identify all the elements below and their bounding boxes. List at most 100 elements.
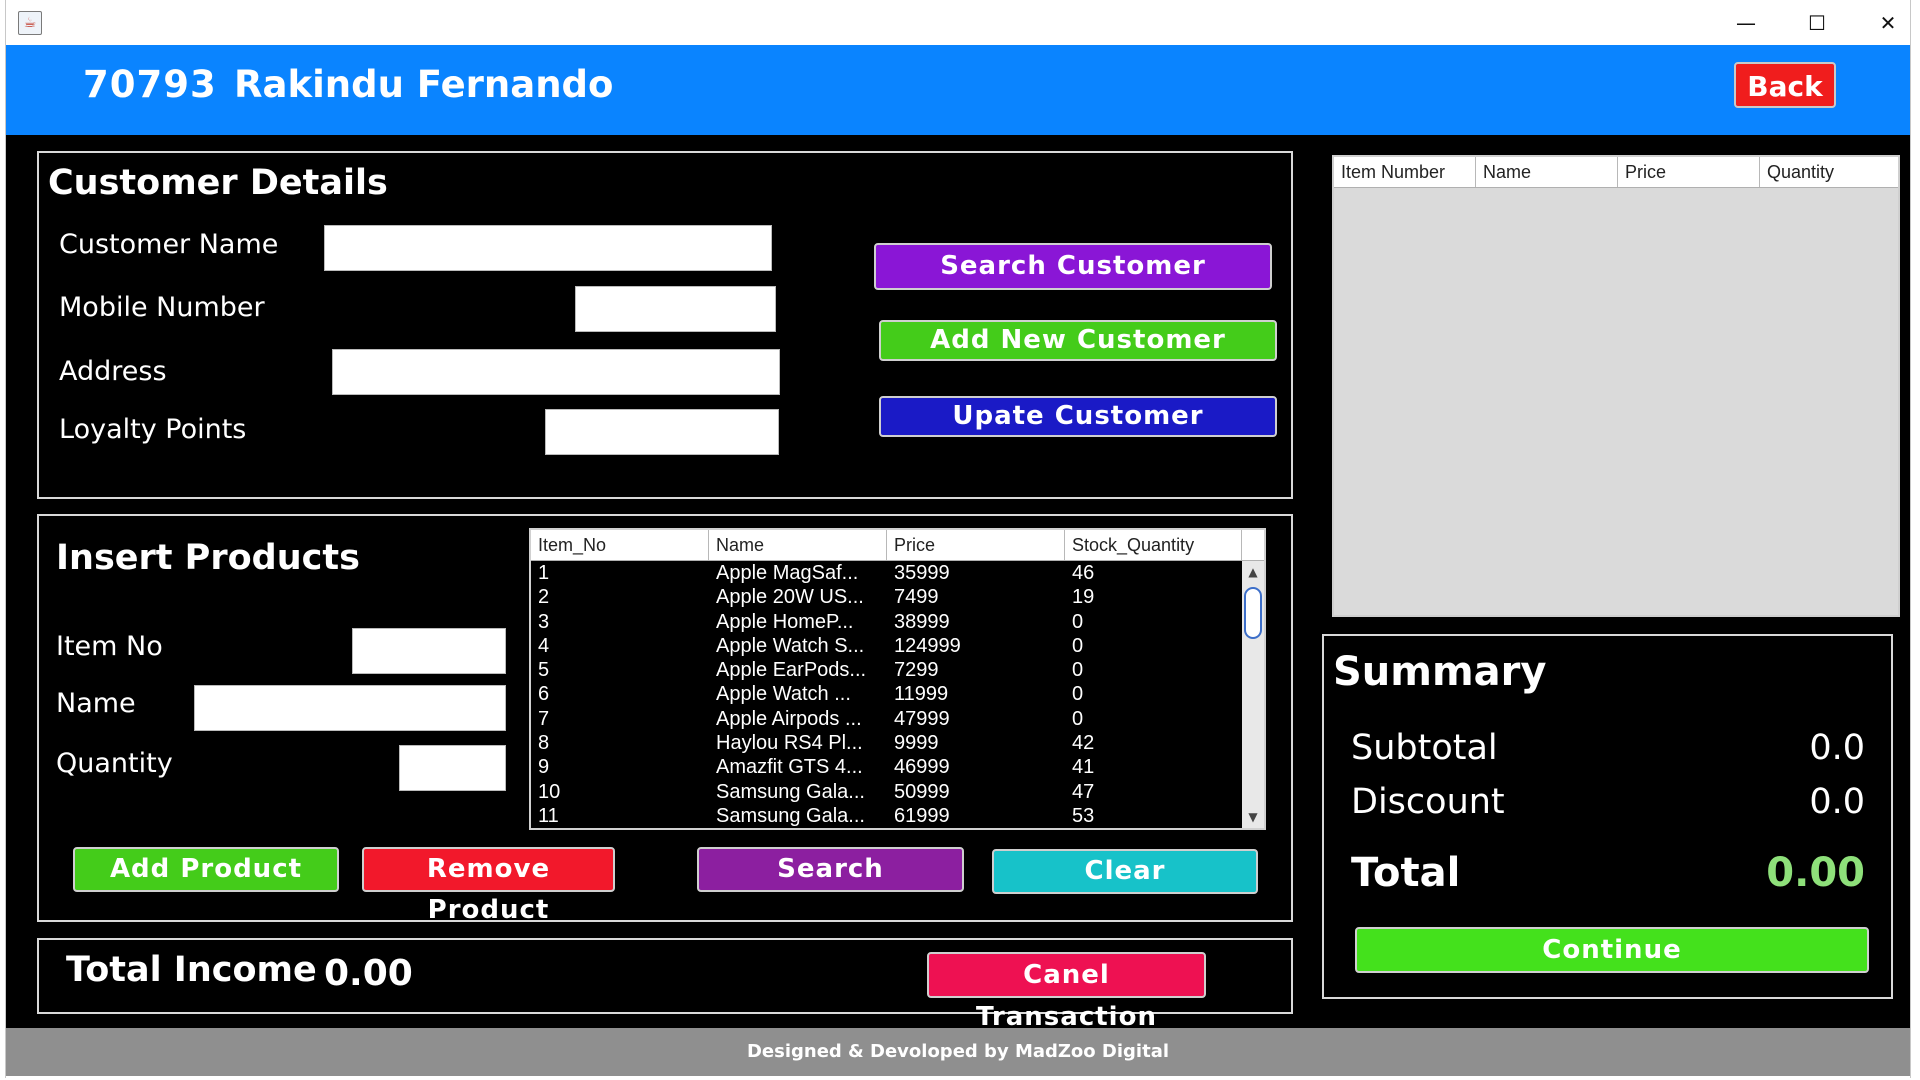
cell-price: 11999 [894, 683, 949, 706]
total-label: Total [1351, 850, 1461, 896]
cell-price: 35999 [894, 562, 950, 584]
minimize-button[interactable]: — [1711, 0, 1781, 45]
cell-item-no: 8 [538, 732, 550, 755]
cell-stock-quantity: 0 [1072, 683, 1084, 706]
total-income-label: Total Income [66, 950, 317, 990]
cell-stock-quantity: 42 [1072, 732, 1095, 755]
table-row[interactable]: 5 Apple EarPods... 7299 0 [531, 658, 1242, 682]
cancel-transaction-button[interactable]: Canel Transaction [927, 952, 1206, 1032]
cell-item-no: 6 [538, 683, 550, 706]
total-income-value: 0.00 [324, 953, 413, 994]
cell-name: Samsung Gala... [716, 780, 865, 803]
cell-name: Apple 20W US... [716, 586, 864, 609]
summary-title: Summary [1333, 649, 1547, 695]
cell-price: 50999 [894, 780, 950, 803]
products-table-body: 1 Apple MagSaf... 35999 46 2 Apple 20W US... 7… [531, 561, 1242, 828]
continue-button[interactable]: Continue [1355, 927, 1869, 973]
table-row[interactable]: 6 Apple Watch ... 11999 0 [531, 682, 1242, 706]
title-bar: ☕ — ☐ ✕ [6, 0, 1910, 45]
close-button[interactable]: ✕ [1853, 0, 1920, 45]
clear-button[interactable]: Clear [992, 849, 1258, 894]
cart-col-quantity[interactable]: Quantity [1760, 157, 1898, 187]
cell-item-no: 11 [538, 804, 559, 827]
cell-stock-quantity: 0 [1072, 634, 1084, 657]
discount-label: Discount [1351, 782, 1505, 822]
total-income-panel: Total Income 0.00 Canel Transaction [37, 938, 1293, 1032]
table-row[interactable]: 10 Samsung Gala... 50999 47 [531, 780, 1242, 804]
table-row[interactable]: 1 Apple MagSaf... 35999 46 [531, 561, 1242, 585]
products-table[interactable]: Item_No Name Price Stock_Quantity 1 Apple… [529, 528, 1266, 830]
item-no-label: Item No [56, 631, 163, 662]
subtotal-value: 0.0 [1809, 728, 1865, 768]
cell-item-no: 2 [538, 586, 550, 609]
table-row[interactable]: 2 Apple 20W US... 7499 19 [531, 585, 1242, 609]
loyalty-points-field[interactable] [545, 409, 779, 455]
cell-item-no: 4 [538, 634, 550, 657]
cell-price: 9999 [894, 732, 939, 755]
loyalty-points-label: Loyalty Points [59, 414, 247, 445]
cell-price: 38999 [894, 610, 950, 633]
cell-name: Apple Airpods ... [716, 707, 862, 730]
quantity-field[interactable] [399, 745, 506, 791]
table-row[interactable]: 3 Apple HomeP... 38999 0 [531, 610, 1242, 634]
customer-details-title: Customer Details [48, 163, 388, 203]
cell-price: 7299 [894, 659, 939, 682]
back-button[interactable]: Back [1734, 62, 1836, 108]
discount-value: 0.0 [1809, 782, 1865, 822]
app-header: 70793 Rakindu Fernando Back [6, 45, 1910, 135]
remove-product-button[interactable]: Remove Product [362, 847, 615, 925]
cell-stock-quantity: 0 [1072, 659, 1084, 682]
cart-table[interactable]: Item Number Name Price Quantity [1332, 155, 1900, 617]
scroll-thumb[interactable] [1244, 587, 1262, 639]
cell-price: 46999 [894, 756, 950, 779]
table-row[interactable]: 4 Apple Watch S... 124999 0 [531, 634, 1242, 658]
scroll-down-arrow-icon[interactable]: ▼ [1242, 808, 1264, 826]
cell-name: Haylou RS4 Pl... [716, 732, 863, 755]
cart-col-name[interactable]: Name [1476, 157, 1618, 187]
product-name-label: Name [56, 688, 136, 719]
col-header-item-no[interactable]: Item_No [531, 530, 709, 560]
cart-col-price[interactable]: Price [1618, 157, 1760, 187]
col-header-price[interactable]: Price [887, 530, 1065, 560]
cell-item-no: 9 [538, 756, 550, 779]
table-row[interactable]: 7 Apple Airpods ... 47999 0 [531, 707, 1242, 731]
product-name-field[interactable] [194, 685, 506, 731]
user-id: 70793 [83, 63, 217, 106]
mobile-number-label: Mobile Number [59, 292, 265, 323]
col-header-stock-quantity[interactable]: Stock_Quantity [1065, 530, 1242, 560]
cell-stock-quantity: 19 [1072, 586, 1095, 609]
products-table-scrollbar[interactable]: ▲ ▼ [1242, 561, 1264, 828]
cell-item-no: 1 [538, 562, 550, 584]
scroll-up-arrow-icon[interactable]: ▲ [1242, 563, 1264, 581]
total-value: 0.00 [1766, 850, 1865, 896]
maximize-button[interactable]: ☐ [1782, 0, 1852, 45]
cell-stock-quantity: 0 [1072, 707, 1084, 730]
quantity-label: Quantity [56, 748, 173, 779]
table-row[interactable]: 11 Samsung Gala... 61999 53 [531, 804, 1242, 828]
table-header-corner [1242, 530, 1264, 561]
table-row[interactable]: 8 Haylou RS4 Pl... 9999 42 [531, 731, 1242, 755]
cell-name: Apple Watch ... [716, 683, 851, 706]
col-header-name[interactable]: Name [709, 530, 887, 560]
search-customer-button[interactable]: Search Customer [874, 243, 1272, 290]
update-customer-button[interactable]: Upate Customer [879, 396, 1277, 437]
table-row[interactable]: 9 Amazfit GTS 4... 46999 41 [531, 755, 1242, 779]
search-product-button[interactable]: Search [697, 847, 964, 892]
cell-stock-quantity: 0 [1072, 610, 1084, 633]
cart-col-item-number[interactable]: Item Number [1334, 157, 1476, 187]
add-new-customer-button[interactable]: Add New Customer [879, 320, 1277, 361]
add-product-button[interactable]: Add Product [73, 847, 339, 892]
address-field[interactable] [332, 349, 780, 395]
cell-name: Apple Watch S... [716, 634, 865, 657]
address-label: Address [59, 356, 167, 387]
mobile-number-field[interactable] [575, 286, 776, 332]
item-no-field[interactable] [352, 628, 506, 674]
customer-name-field[interactable] [324, 225, 772, 271]
cell-stock-quantity: 47 [1072, 780, 1095, 803]
cell-price: 7499 [894, 586, 939, 609]
cell-name: Amazfit GTS 4... [716, 756, 863, 779]
cell-item-no: 3 [538, 610, 550, 633]
cell-item-no: 5 [538, 659, 550, 682]
footer-credit: Designed & Devoloped by MadZoo Digital [6, 1028, 1910, 1076]
cell-item-no: 7 [538, 707, 550, 730]
